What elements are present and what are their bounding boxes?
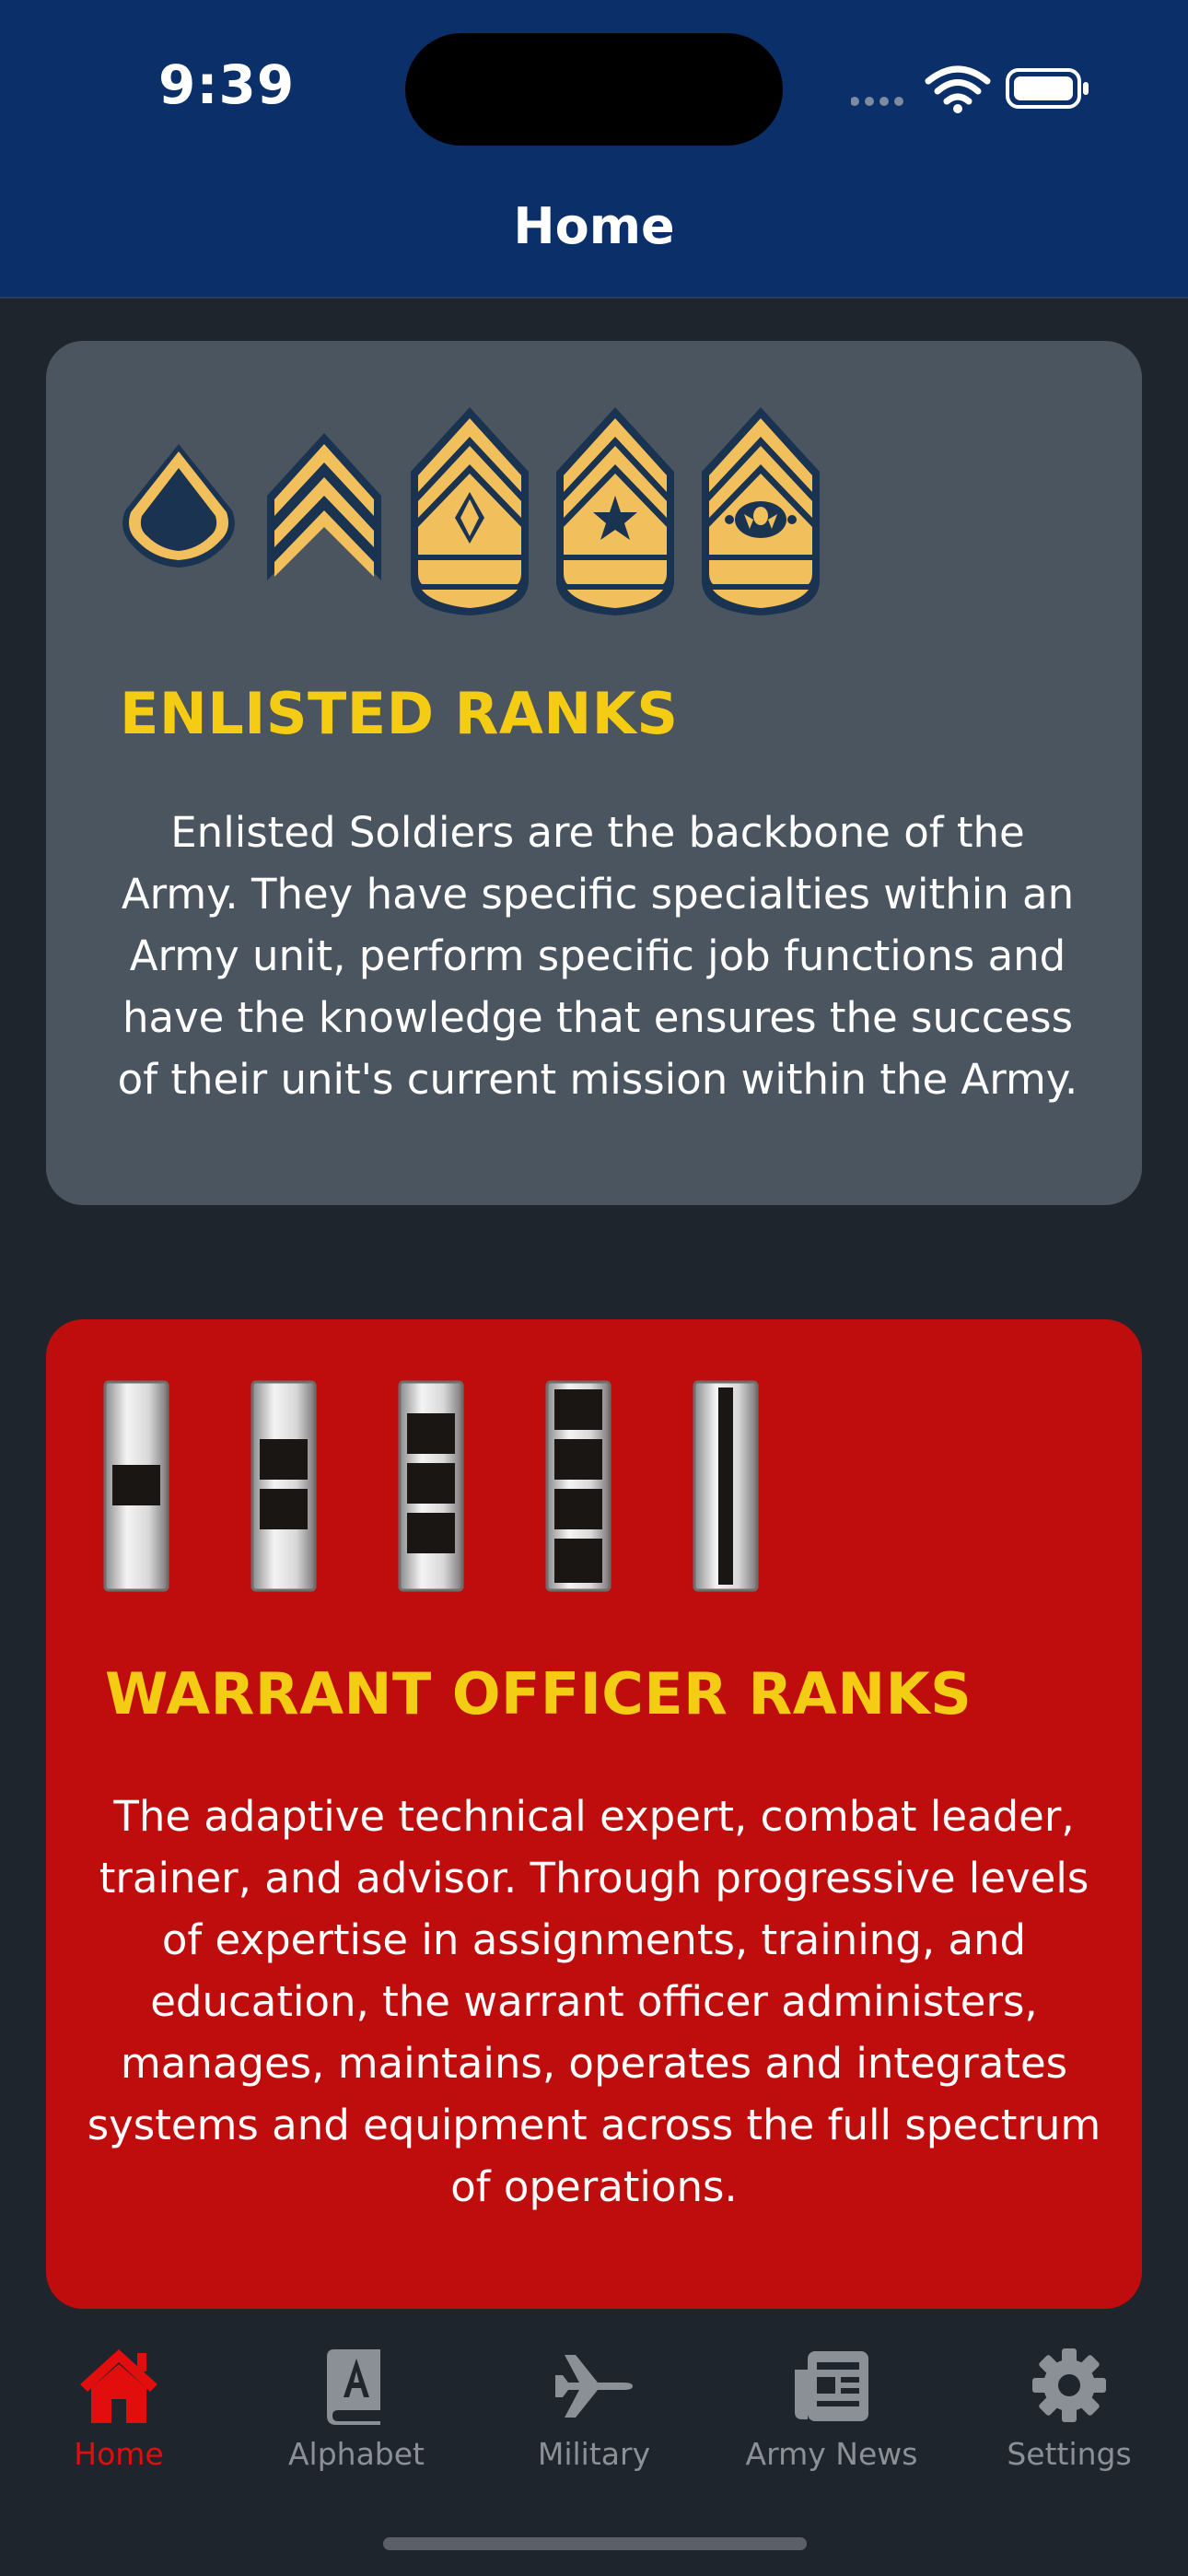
wo1-insignia bbox=[103, 1380, 169, 1592]
warrant-officer-ranks-card[interactable]: WARRANT OFFICER RANKS The adaptive techn… bbox=[46, 1319, 1142, 2309]
enlisted-ranks-card[interactable]: ENLISTED RANKS Enlisted Soldiers are the… bbox=[46, 341, 1142, 1205]
home-indicator[interactable] bbox=[383, 2537, 807, 2550]
tab-home-label: Home bbox=[74, 2436, 164, 2472]
tab-army-news-label: Army News bbox=[745, 2436, 918, 2472]
cw3-insignia bbox=[398, 1380, 464, 1592]
wifi-icon bbox=[925, 65, 991, 105]
status-time: 9:39 bbox=[158, 53, 296, 116]
tab-bar: Home Alphabet Military Army News Setting… bbox=[0, 2327, 1188, 2576]
tab-settings-label: Settings bbox=[1007, 2436, 1132, 2472]
enlisted-ranks-title: ENLISTED RANKS bbox=[120, 680, 679, 747]
tab-home[interactable]: Home bbox=[0, 2327, 238, 2472]
private-first-class-insignia bbox=[122, 444, 235, 568]
sergeant-major-of-the-army-insignia bbox=[702, 407, 820, 615]
page-title: Home bbox=[513, 197, 675, 255]
gear-icon bbox=[1032, 2348, 1106, 2422]
tab-military[interactable]: Military bbox=[475, 2327, 713, 2472]
signal-dots-icon bbox=[851, 97, 903, 106]
tab-alphabet-label: Alphabet bbox=[287, 2436, 425, 2472]
warrant-officer-ranks-title: WARRANT OFFICER RANKS bbox=[105, 1660, 973, 1727]
cw2-insignia bbox=[250, 1380, 317, 1592]
tab-military-label: Military bbox=[537, 2436, 651, 2472]
warrant-officer-ranks-description: The adaptive technical expert, combat le… bbox=[87, 1792, 1101, 2211]
cw5-insignia bbox=[693, 1380, 759, 1592]
dynamic-island bbox=[405, 33, 783, 146]
book-icon bbox=[327, 2349, 380, 2425]
enlisted-insignia-row bbox=[116, 400, 823, 617]
status-icons bbox=[851, 65, 1089, 113]
newspaper-icon bbox=[795, 2351, 868, 2421]
first-sergeant-insignia bbox=[411, 407, 529, 615]
warrant-insignia-row bbox=[103, 1380, 759, 1592]
tab-settings[interactable]: Settings bbox=[950, 2327, 1188, 2472]
tab-army-news[interactable]: Army News bbox=[713, 2327, 950, 2472]
battery-icon bbox=[1006, 68, 1089, 109]
navigation-header: 9:39 Home bbox=[0, 0, 1188, 299]
sergeant-major-insignia bbox=[556, 407, 674, 615]
airplane-icon bbox=[555, 2355, 633, 2418]
home-icon bbox=[80, 2349, 157, 2423]
sergeant-insignia bbox=[267, 433, 381, 580]
tab-alphabet[interactable]: Alphabet bbox=[238, 2327, 475, 2472]
enlisted-ranks-description: Enlisted Soldiers are the backbone of th… bbox=[117, 808, 1078, 1104]
cw4-insignia bbox=[545, 1380, 611, 1592]
